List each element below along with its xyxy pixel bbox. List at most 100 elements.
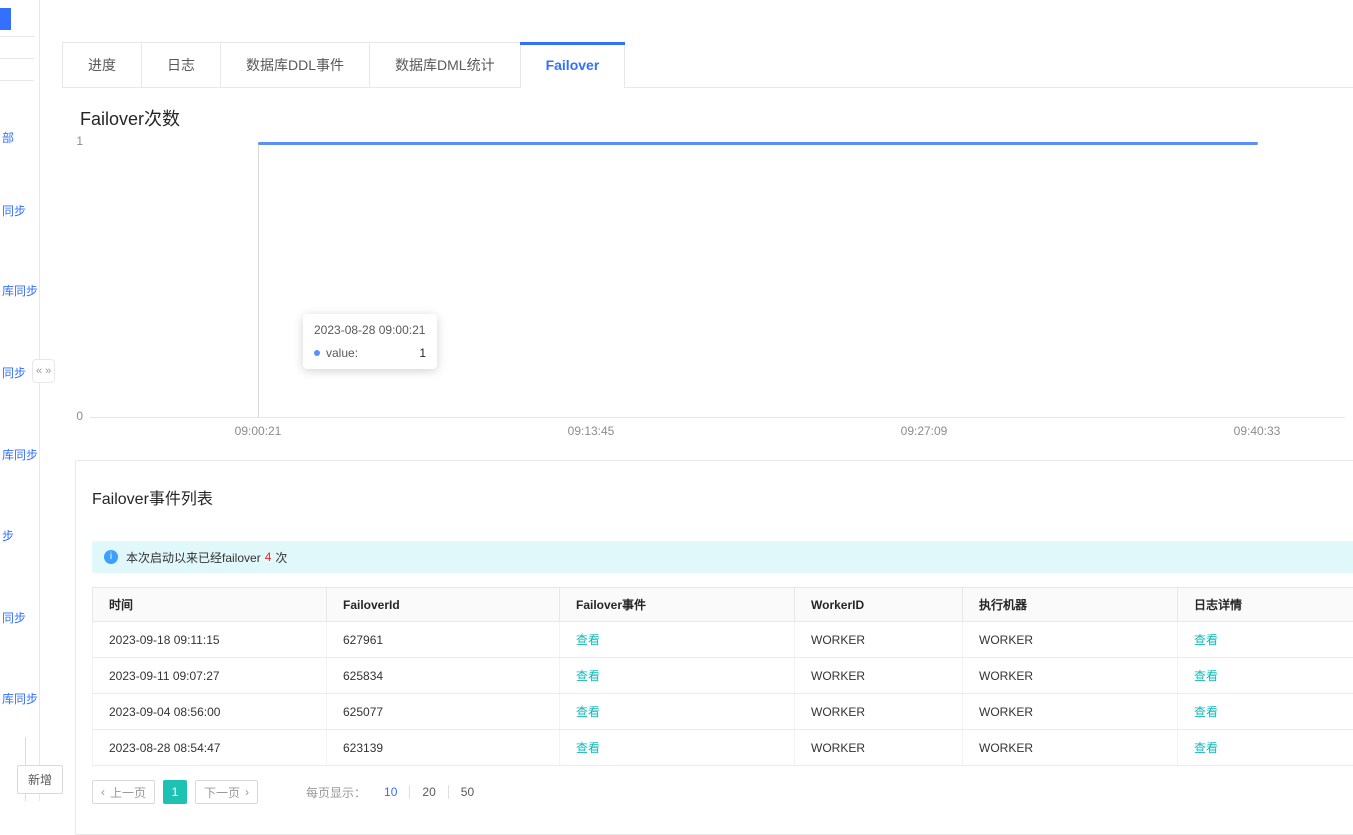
- failover-count-alert: i 本次启动以来已经failover 4 次: [92, 541, 1353, 573]
- cell-worker-id: WORKER: [795, 730, 963, 766]
- failover-count-chart: Failover次数 1 0 09:00:21 09:13:45 09:27:0…: [41, 88, 1353, 460]
- cell-log-detail: 查看: [1178, 694, 1353, 730]
- sidebar-item[interactable]: 部: [2, 129, 14, 146]
- sidebar-item[interactable]: 库同步: [2, 282, 38, 299]
- x-axis-tick: 09:13:45: [568, 424, 615, 438]
- x-axis-tick: 09:40:33: [1234, 424, 1281, 438]
- tab-dml-stats[interactable]: 数据库DML统计: [370, 42, 521, 87]
- left-sidebar: 部 同步 库同步 同步 库同步 步 同步 库同步 新增: [0, 0, 40, 801]
- view-failover-event-link[interactable]: 查看: [576, 741, 600, 755]
- tooltip-series-row: value: 1: [314, 346, 426, 360]
- alert-failover-count: 4: [265, 550, 272, 564]
- table-header-row: 时间 FailoverId Failover事件 WorkerID 执行机器 日…: [93, 588, 1353, 622]
- cell-machine: WORKER: [963, 730, 1178, 766]
- tab-logs[interactable]: 日志: [142, 42, 221, 87]
- cell-worker-id: WORKER: [795, 658, 963, 694]
- cell-machine: WORKER: [963, 622, 1178, 658]
- sidebar-item[interactable]: 同步: [2, 364, 26, 381]
- column-header-time: 时间: [93, 588, 327, 622]
- cell-failover-id: 625077: [327, 694, 560, 730]
- sidebar-divider: [0, 36, 34, 37]
- cell-failover-id: 623139: [327, 730, 560, 766]
- cell-time: 2023-08-28 08:54:47: [93, 730, 327, 766]
- page-size-option-10[interactable]: 10: [372, 785, 410, 799]
- sidebar-item[interactable]: 同步: [2, 609, 26, 626]
- view-failover-event-link[interactable]: 查看: [576, 705, 600, 719]
- main-panel: 进度 日志 数据库DDL事件 数据库DML统计 Failover Failove…: [41, 0, 1353, 801]
- x-axis-line: [90, 417, 1345, 418]
- cell-failover-event: 查看: [560, 730, 795, 766]
- cell-worker-id: WORKER: [795, 622, 963, 658]
- pagination: ‹ 上一页 1 下一页 › 每页显示： 10 20 50: [92, 780, 1353, 804]
- failover-events-card: Failover事件列表 i 本次启动以来已经failover 4 次 时间 F…: [75, 460, 1353, 835]
- cell-worker-id: WORKER: [795, 694, 963, 730]
- collapse-left-icon: «: [36, 365, 42, 377]
- prev-page-button[interactable]: ‹ 上一页: [92, 780, 155, 804]
- cell-failover-id: 627961: [327, 622, 560, 658]
- view-log-detail-link[interactable]: 查看: [1194, 741, 1218, 755]
- page-size-option-50[interactable]: 50: [449, 785, 486, 799]
- column-header-log-detail: 日志详情: [1178, 588, 1353, 622]
- table-row: 2023-09-11 09:07:27 625834 查看 WORKER WOR…: [93, 658, 1353, 694]
- page-size-selector: 每页显示： 10 20 50: [306, 784, 486, 801]
- tooltip-value: 1: [419, 346, 426, 360]
- cell-time: 2023-09-04 08:56:00: [93, 694, 327, 730]
- view-failover-event-link[interactable]: 查看: [576, 669, 600, 683]
- page-size-option-20[interactable]: 20: [410, 785, 448, 799]
- table-row: 2023-09-04 08:56:00 625077 查看 WORKER WOR…: [93, 694, 1353, 730]
- view-log-detail-link[interactable]: 查看: [1194, 633, 1218, 647]
- x-axis-tick: 09:00:21: [235, 424, 282, 438]
- y-axis-tick: 0: [61, 409, 83, 423]
- view-log-detail-link[interactable]: 查看: [1194, 669, 1218, 683]
- page-number-current[interactable]: 1: [163, 780, 187, 804]
- sidebar-item[interactable]: 库同步: [2, 446, 38, 463]
- tab-bar: 进度 日志 数据库DDL事件 数据库DML统计 Failover: [62, 42, 1353, 88]
- chart-series-line: [258, 142, 1258, 145]
- next-page-button[interactable]: 下一页 ›: [195, 780, 258, 804]
- cell-machine: WORKER: [963, 658, 1178, 694]
- cell-log-detail: 查看: [1178, 730, 1353, 766]
- column-header-failover-id: FailoverId: [327, 588, 560, 622]
- failover-events-table: 时间 FailoverId Failover事件 WorkerID 执行机器 日…: [92, 587, 1353, 766]
- collapse-right-icon: »: [45, 365, 51, 377]
- alert-text-prefix: 本次启动以来已经failover: [126, 549, 261, 566]
- table-row: 2023-09-18 09:11:15 627961 查看 WORKER WOR…: [93, 622, 1353, 658]
- cell-log-detail: 查看: [1178, 622, 1353, 658]
- series-dot-icon: [314, 350, 320, 356]
- add-button[interactable]: 新增: [17, 765, 63, 794]
- prev-page-label: 上一页: [110, 784, 146, 801]
- sidebar-divider: [0, 80, 34, 81]
- cell-failover-event: 查看: [560, 622, 795, 658]
- column-header-failover-event: Failover事件: [560, 588, 795, 622]
- tab-failover[interactable]: Failover: [521, 42, 626, 87]
- alert-text-suffix: 次: [275, 549, 287, 566]
- sidebar-item[interactable]: 库同步: [2, 690, 38, 707]
- chart-tooltip: 2023-08-28 09:00:21 value: 1: [303, 314, 437, 369]
- table-row: 2023-08-28 08:54:47 623139 查看 WORKER WOR…: [93, 730, 1353, 766]
- cell-log-detail: 查看: [1178, 658, 1353, 694]
- sidebar-item[interactable]: 步: [2, 527, 14, 544]
- cell-time: 2023-09-18 09:11:15: [93, 622, 327, 658]
- cell-failover-event: 查看: [560, 658, 795, 694]
- tab-progress[interactable]: 进度: [62, 42, 142, 87]
- chevron-left-icon: ‹: [101, 785, 105, 799]
- cell-failover-event: 查看: [560, 694, 795, 730]
- sidebar-item[interactable]: 同步: [2, 202, 26, 219]
- column-header-worker-id: WorkerID: [795, 588, 963, 622]
- view-log-detail-link[interactable]: 查看: [1194, 705, 1218, 719]
- chart-crosshair: [258, 143, 259, 417]
- chevron-right-icon: ›: [245, 785, 249, 799]
- tab-ddl-events[interactable]: 数据库DDL事件: [221, 42, 370, 87]
- y-axis-tick: 1: [61, 134, 83, 148]
- cell-machine: WORKER: [963, 694, 1178, 730]
- info-icon: i: [104, 550, 118, 564]
- sidebar-collapse-handle[interactable]: « »: [32, 359, 55, 383]
- x-axis-tick: 09:27:09: [901, 424, 948, 438]
- events-list-title: Failover事件列表: [92, 485, 1353, 509]
- tooltip-timestamp: 2023-08-28 09:00:21: [314, 323, 426, 337]
- chart-title: Failover次数: [80, 105, 180, 131]
- tooltip-series-label: value:: [326, 346, 358, 360]
- cell-failover-id: 625834: [327, 658, 560, 694]
- view-failover-event-link[interactable]: 查看: [576, 633, 600, 647]
- column-header-machine: 执行机器: [963, 588, 1178, 622]
